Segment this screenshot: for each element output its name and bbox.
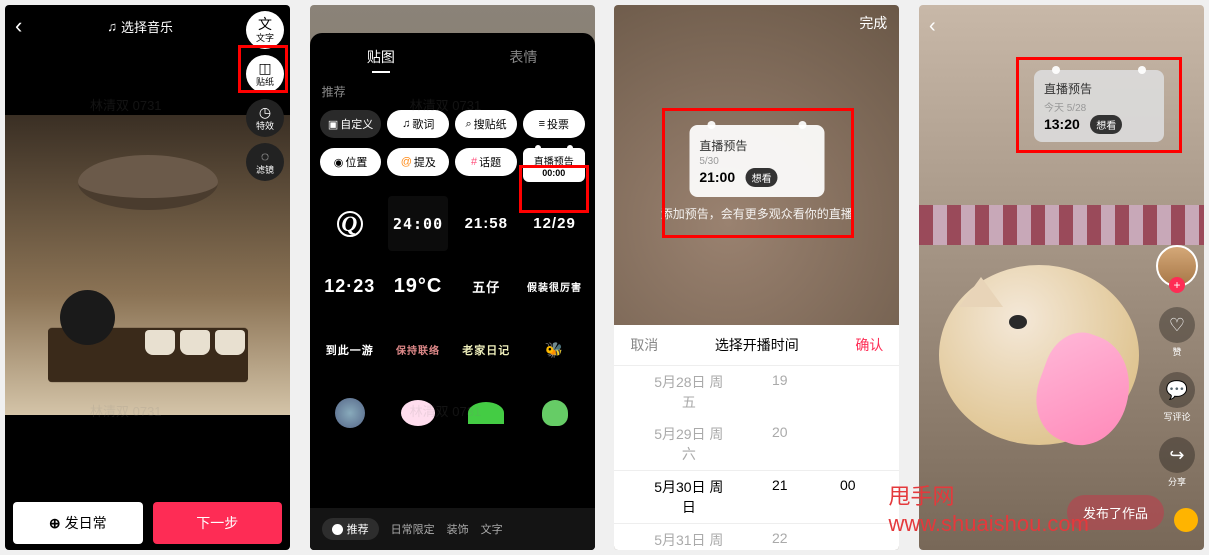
- sticker-item[interactable]: 老家日记: [456, 322, 516, 377]
- topic-sticker-button[interactable]: # 话题: [455, 148, 517, 176]
- filter-icon: ◌: [261, 149, 269, 163]
- comment-button[interactable]: 💬 写评论: [1156, 372, 1198, 423]
- picker-cancel[interactable]: 取消: [630, 335, 658, 355]
- search-icon: ⌕: [465, 118, 471, 131]
- custom-sticker-button[interactable]: ▣ 自定义: [320, 110, 382, 138]
- search-sticker-button[interactable]: ⌕ 搜贴纸: [455, 110, 517, 138]
- right-toolbar: 文 文字 ◫ 贴纸 ◷ 特效 ◌ 滤镜: [246, 11, 284, 181]
- bottom-actions: ⊕ 发日常 下一步: [5, 502, 290, 544]
- location-sticker-button[interactable]: ◉ 位置: [320, 148, 382, 176]
- sticker-item[interactable]: 五仔: [456, 259, 516, 314]
- screen-3-time-picker: 完成 直播预告 5/30 21:00 想看 添加预告，会有更多观众看你的直播 取…: [614, 5, 899, 550]
- pin-icon: ◉: [334, 156, 344, 169]
- done-button[interactable]: 完成: [859, 13, 887, 33]
- sticker-item[interactable]: [320, 385, 380, 440]
- music-icon: ♫: [402, 118, 410, 130]
- filter-tool-button[interactable]: ◌ 滤镜: [246, 143, 284, 181]
- author-avatar[interactable]: +: [1156, 245, 1198, 293]
- screen-1-editor: ‹ ♫ 选择音乐 文 文字 ◫ 贴纸 ◷ 特效 ◌ 滤镜: [5, 5, 290, 550]
- lyrics-sticker-button[interactable]: ♫ 歌词: [387, 110, 449, 138]
- highlight-card: [662, 108, 854, 238]
- select-music-label: 选择音乐: [121, 17, 173, 36]
- screen-4-video-view: ‹ 直播预告 今天 5/28 13:20 想看 + ♡ 赞 💬 写评论 ↪ 分享…: [919, 5, 1204, 550]
- sticker-item[interactable]: 保持联络: [388, 322, 448, 377]
- highlight-card: [1016, 57, 1182, 153]
- next-button[interactable]: 下一步: [153, 502, 283, 544]
- effect-icon: ◷: [259, 105, 271, 119]
- sticker-item[interactable]: [524, 385, 584, 440]
- picker-header: 取消 选择开播时间 确认: [614, 325, 899, 366]
- sticker-item[interactable]: 假装很厉害: [524, 259, 584, 314]
- like-button[interactable]: ♡ 赞: [1156, 307, 1198, 358]
- back-icon[interactable]: ‹: [15, 13, 22, 39]
- text-icon: 文: [258, 17, 272, 31]
- screen-2-sticker-panel: 贴图 表情 推荐 ▣ 自定义 ♫ 歌词 ⌕ 搜贴纸 ≡ 投票 ◉: [310, 5, 595, 550]
- sticker-item[interactable]: Q: [320, 196, 380, 251]
- recommend-label: 推荐: [310, 77, 595, 110]
- sticker-item[interactable]: 19°C: [388, 259, 448, 314]
- picker-confirm[interactable]: 确认: [855, 335, 883, 355]
- watermark-text: 林清双 0731: [90, 95, 162, 114]
- text-tool-button[interactable]: 文 文字: [246, 11, 284, 49]
- mention-sticker-button[interactable]: @ 提及: [387, 148, 449, 176]
- sticker-drawer: 贴图 表情 推荐 ▣ 自定义 ♫ 歌词 ⌕ 搜贴纸 ≡ 投票 ◉: [310, 33, 595, 550]
- picker-title: 选择开播时间: [715, 335, 799, 355]
- list-icon: ≡: [539, 118, 545, 130]
- music-disc-icon[interactable]: [1174, 508, 1198, 532]
- sticker-item[interactable]: [456, 385, 516, 440]
- vote-sticker-button[interactable]: ≡ 投票: [523, 110, 585, 138]
- image-icon: ▣: [328, 118, 338, 131]
- effect-tool-button[interactable]: ◷ 特效: [246, 99, 284, 137]
- sticker-item[interactable]: 21:58: [456, 196, 516, 251]
- tab-sticker[interactable]: 贴图: [310, 47, 453, 67]
- back-icon[interactable]: ‹: [929, 15, 936, 38]
- hash-icon: #: [471, 156, 477, 168]
- plus-circle-icon: ⊕: [49, 515, 61, 532]
- bottom-tab-text[interactable]: 文字: [481, 521, 503, 537]
- tab-emoji[interactable]: 表情: [452, 47, 595, 67]
- drawer-bottom-tabs: 推荐 日常限定 装饰 文字: [310, 508, 595, 550]
- sticker-item[interactable]: 到此一游: [320, 322, 380, 377]
- right-action-bar: + ♡ 赞 💬 写评论 ↪ 分享: [1156, 245, 1198, 488]
- drawer-tabs: 贴图 表情: [310, 37, 595, 77]
- sticker-item[interactable]: 🐝: [524, 322, 584, 377]
- picker-wheel[interactable]: 5月28日 周五19 5月29日 周六20 5月30日 周日2100 5月31日…: [614, 366, 899, 546]
- sticker-artwork-row: [310, 381, 595, 444]
- sticker-grid: Q 24:00 21:58 12/29 12·23 19°C 五仔 假装很厉害 …: [310, 192, 595, 381]
- at-icon: @: [401, 156, 412, 168]
- thumb-icon: [332, 524, 343, 535]
- highlight-sticker: [238, 45, 288, 93]
- share-button[interactable]: ↪ 分享: [1156, 437, 1198, 488]
- bottom-tab-deco[interactable]: 装饰: [447, 521, 469, 537]
- select-music-button[interactable]: ♫ 选择音乐: [107, 17, 173, 36]
- share-icon: ↪: [1159, 437, 1195, 473]
- sticker-item[interactable]: 12·23: [320, 259, 380, 314]
- sticker-item[interactable]: [388, 385, 448, 440]
- heart-icon: ♡: [1159, 307, 1195, 343]
- time-picker: 取消 选择开播时间 确认 5月28日 周五19 5月29日 周六20 5月30日…: [614, 325, 899, 550]
- comment-icon: 💬: [1159, 372, 1195, 408]
- sticker-item[interactable]: 24:00: [388, 196, 448, 251]
- follow-plus-icon[interactable]: +: [1169, 277, 1185, 293]
- sticker-row-1: ▣ 自定义 ♫ 歌词 ⌕ 搜贴纸 ≡ 投票: [310, 110, 595, 148]
- highlight-live-notice: [519, 165, 589, 213]
- publish-daily-button[interactable]: ⊕ 发日常: [13, 502, 143, 544]
- bottom-tab-recommend[interactable]: 推荐: [322, 518, 379, 540]
- music-icon: ♫: [107, 19, 117, 34]
- site-watermark: 甩手网 www.shuaishou.com: [888, 479, 1089, 537]
- bottom-tab-daily[interactable]: 日常限定: [391, 521, 435, 537]
